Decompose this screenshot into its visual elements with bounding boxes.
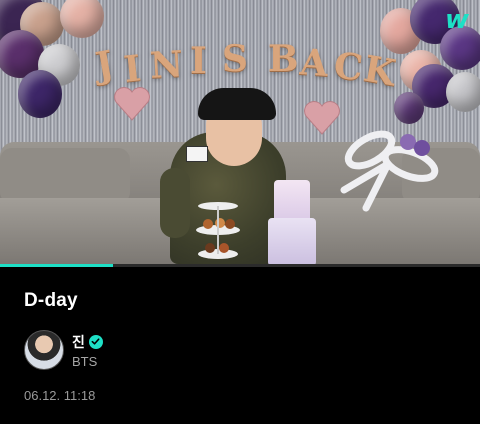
banner-letter: A (298, 41, 330, 85)
banner-letter: I (190, 40, 207, 82)
author-text: 진 BTS (72, 332, 103, 369)
person-arm (160, 168, 190, 238)
banner-letter: N (148, 43, 184, 87)
beret (198, 88, 276, 120)
video-progress-fill (0, 264, 113, 267)
verified-check-icon (88, 334, 103, 349)
video-progress-bar[interactable] (0, 264, 480, 267)
weverse-logo-icon[interactable]: w (440, 6, 474, 34)
video-player[interactable]: J I N I S B A C K w (0, 0, 480, 264)
author-row[interactable]: 진 BTS (24, 330, 464, 370)
flag-patch-icon (186, 146, 208, 162)
post-timestamp: 06.12. 11:18 (24, 388, 96, 403)
banner-letter: C (331, 44, 365, 90)
post-title: D-day (24, 290, 78, 311)
post-info: D-day 진 BTS 06.12. 11:18 (24, 290, 464, 403)
author-group: BTS (72, 353, 98, 369)
banner-letter: B (268, 38, 299, 80)
balloon (18, 70, 62, 118)
heart-balloon-icon (114, 87, 150, 121)
author-name[interactable]: 진 (72, 332, 85, 352)
avatar[interactable] (24, 330, 64, 370)
sofa-pillow (0, 148, 130, 204)
balloon-bow-icon (340, 130, 439, 212)
dessert-stand-icon (196, 202, 240, 259)
banner-letter: S (222, 38, 248, 80)
balloon (446, 72, 480, 112)
cake-bottom-tier (268, 218, 316, 264)
